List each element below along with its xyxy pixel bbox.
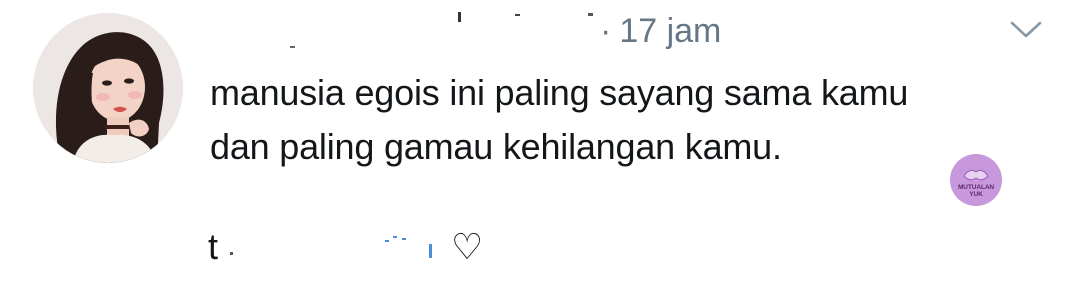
tweet-signature: t ♡: [208, 222, 483, 272]
timestamp[interactable]: 17 jam: [619, 12, 721, 51]
watermark-logo: MUTUALAN YUK: [950, 154, 1002, 206]
avatar-photo: [33, 13, 183, 163]
tweet-meta: · 17 jam: [600, 8, 721, 54]
heart-symbol: ♡: [451, 226, 484, 267]
watermark-text-2: YUK: [969, 191, 983, 198]
watermark-text-1: MUTUALAN: [957, 184, 995, 191]
tweet-text-line-2: dan paling gamau kehilangan kamu.: [210, 126, 782, 167]
tweet-menu-button[interactable]: [1008, 18, 1044, 42]
tweet-text: manusia egois ini paling sayang sama kam…: [210, 66, 1030, 174]
meta-separator: ·: [600, 11, 612, 50]
signature-initial: t: [208, 226, 219, 267]
tweet-text-line-1: manusia egois ini paling sayang sama kam…: [210, 72, 909, 113]
avatar[interactable]: [33, 13, 183, 163]
chevron-down-icon: [1010, 21, 1042, 38]
handshake-icon: [963, 169, 989, 181]
tweet-card[interactable]: · 17 jam manusia egois ini paling sayang…: [0, 0, 1080, 284]
